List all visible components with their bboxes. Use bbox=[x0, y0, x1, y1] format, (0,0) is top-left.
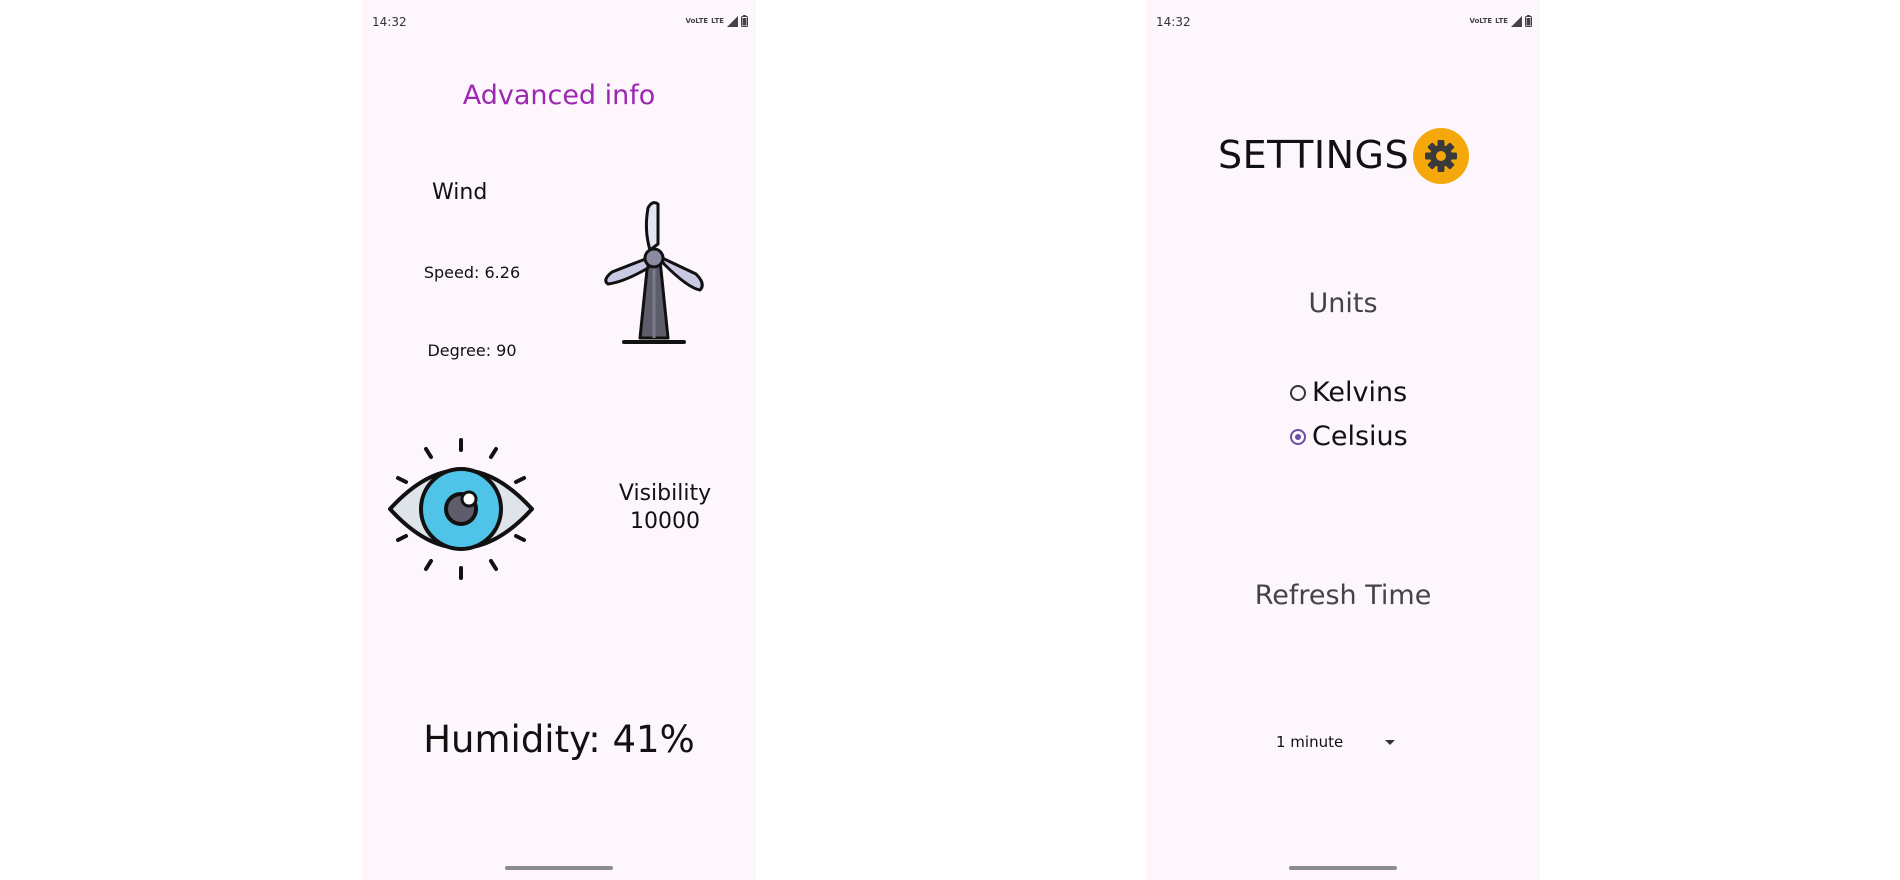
units-section-title: Units bbox=[1308, 288, 1378, 319]
visibility-value: 10000 bbox=[630, 509, 700, 534]
status-icons: VoLTE LTE bbox=[1469, 15, 1532, 27]
advanced-info-screen: 14:32 VoLTE LTE Advanced info Wind Speed… bbox=[362, 0, 756, 880]
nav-handle[interactable] bbox=[505, 866, 613, 870]
refresh-time-dropdown[interactable]: 1 minute bbox=[1276, 730, 1401, 754]
signal-icon bbox=[727, 15, 738, 27]
battery-icon bbox=[1525, 15, 1532, 27]
battery-icon bbox=[741, 15, 748, 27]
wind-speed: Speed: 6.26 bbox=[423, 263, 521, 282]
wind-degree: Degree: 90 bbox=[427, 341, 517, 360]
lte-indicator: LTE bbox=[1495, 16, 1508, 25]
settings-badge bbox=[1413, 128, 1469, 184]
visibility-info: Visibility 10000 bbox=[588, 480, 742, 536]
radio-button-selected[interactable] bbox=[1290, 428, 1306, 445]
gear-icon bbox=[1425, 140, 1457, 172]
eye-icon bbox=[388, 438, 534, 580]
wind-label: Wind bbox=[432, 180, 488, 205]
page-title: Advanced info bbox=[462, 80, 656, 111]
visibility-label: Visibility bbox=[618, 481, 712, 506]
units-option-label: Kelvins bbox=[1312, 377, 1408, 408]
volte-indicator: VoLTE bbox=[685, 16, 709, 25]
radio-button[interactable] bbox=[1290, 384, 1306, 401]
volte-indicator: VoLTE bbox=[1469, 16, 1493, 25]
page-title: SETTINGS bbox=[1218, 133, 1410, 177]
wind-turbine-icon bbox=[604, 201, 704, 344]
nav-handle[interactable] bbox=[1289, 866, 1397, 870]
status-time: 14:32 bbox=[1156, 15, 1191, 29]
units-option-kelvins[interactable]: Kelvins bbox=[1290, 377, 1407, 408]
status-time: 14:32 bbox=[372, 15, 407, 29]
refresh-section-title: Refresh Time bbox=[1254, 580, 1432, 611]
refresh-time-value: 1 minute bbox=[1276, 733, 1344, 751]
status-icons: VoLTE LTE bbox=[685, 15, 748, 27]
humidity-value: Humidity: 41% bbox=[423, 718, 695, 761]
units-option-celsius[interactable]: Celsius bbox=[1290, 421, 1408, 452]
units-option-label: Celsius bbox=[1312, 421, 1408, 452]
signal-icon bbox=[1511, 15, 1522, 27]
settings-screen: 14:32 VoLTE LTE SETTINGS Units Kelvins C… bbox=[1146, 0, 1540, 880]
lte-indicator: LTE bbox=[711, 16, 724, 25]
chevron-down-icon bbox=[1385, 739, 1395, 745]
